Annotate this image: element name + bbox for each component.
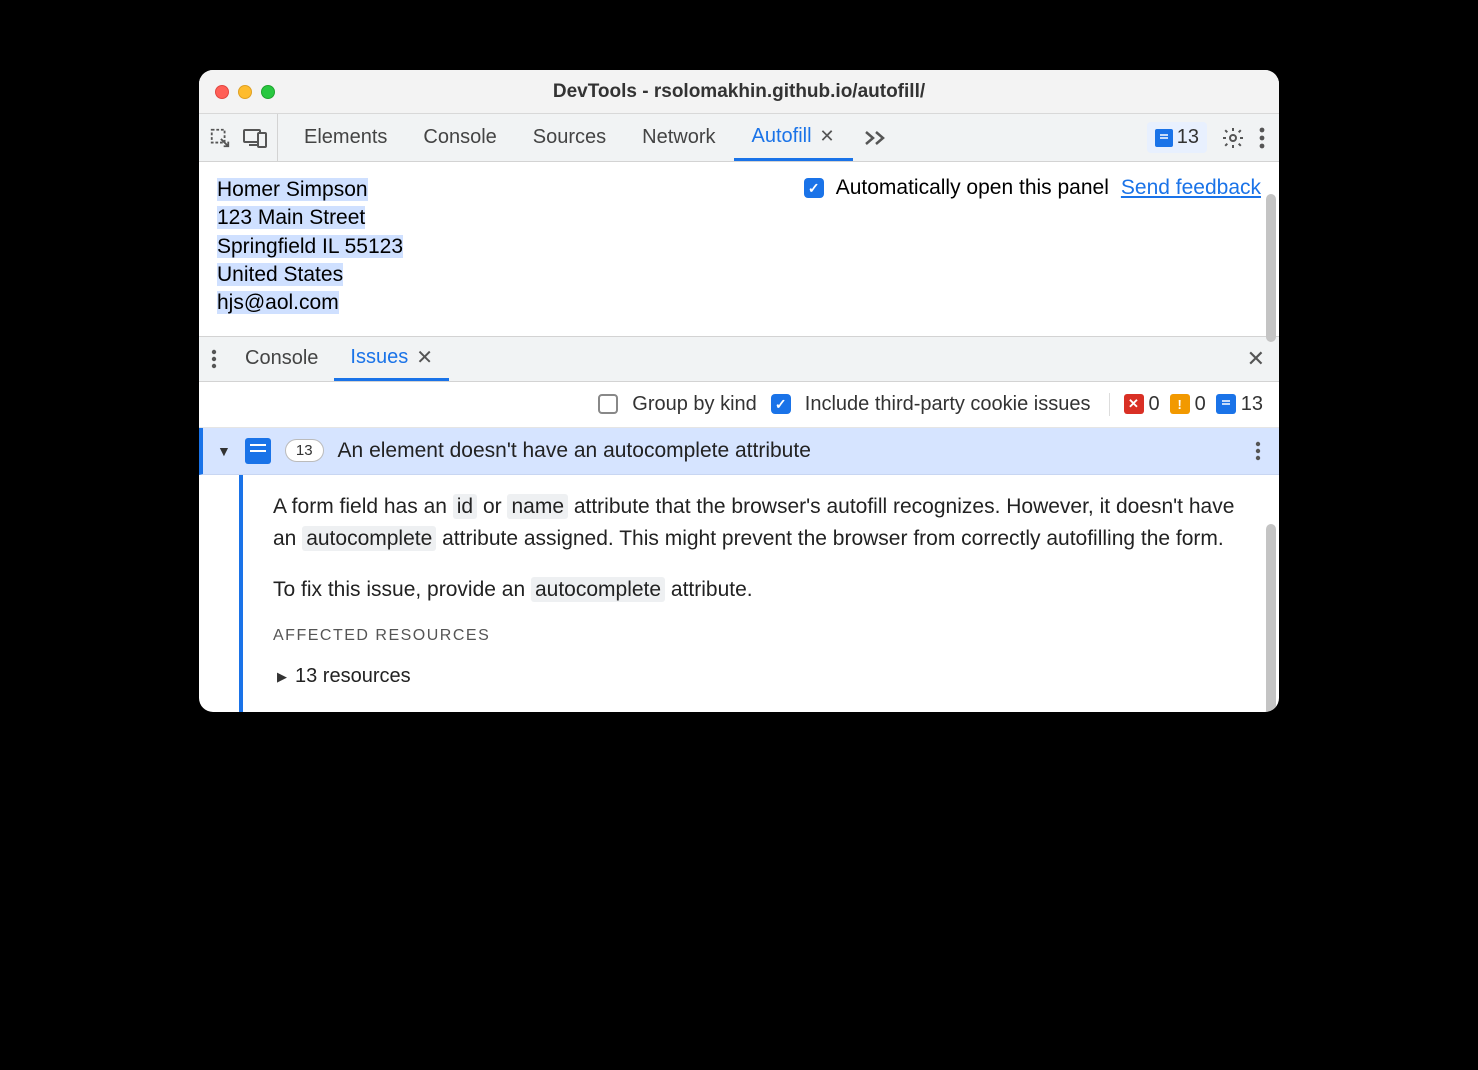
tab-autofill[interactable]: Autofill ✕ — [734, 114, 853, 161]
include-third-party-label: Include third-party cookie issues — [805, 393, 1091, 416]
close-icon[interactable]: ✕ — [820, 126, 835, 147]
chevron-right-icon: ▶ — [277, 667, 287, 687]
titlebar: DevTools - rsolomakhin.github.io/autofil… — [199, 70, 1279, 114]
group-by-kind-checkbox[interactable] — [598, 394, 618, 414]
tab-console[interactable]: Console — [405, 114, 514, 161]
chat-icon — [1155, 129, 1173, 147]
issue-count-pill: 13 — [285, 439, 324, 462]
chevron-down-icon[interactable]: ▼ — [217, 443, 231, 459]
warning-count[interactable]: !0 — [1170, 393, 1206, 416]
devtools-window: DevTools - rsolomakhin.github.io/autofil… — [199, 70, 1279, 712]
minimize-window-icon[interactable] — [238, 85, 252, 99]
drawer-tab-issues[interactable]: Issues ✕ — [334, 337, 449, 381]
issues-filter-row: Group by kind ✓ Include third-party cook… — [199, 382, 1279, 428]
drawer-tab-console[interactable]: Console — [229, 337, 334, 381]
zoom-window-icon[interactable] — [261, 85, 275, 99]
issue-header[interactable]: ▼ 13 An element doesn't have an autocomp… — [199, 428, 1279, 475]
error-icon: ✕ — [1124, 394, 1144, 414]
affected-resources-toggle[interactable]: ▶ 13 resources — [273, 661, 1251, 692]
tab-network[interactable]: Network — [624, 114, 733, 161]
tabs-overflow-icon[interactable] — [853, 114, 897, 161]
auto-open-label: Automatically open this panel — [836, 176, 1109, 200]
close-icon[interactable]: ✕ — [416, 345, 433, 370]
device-toggle-icon[interactable] — [243, 128, 267, 148]
tab-sources[interactable]: Sources — [515, 114, 624, 161]
address-line: Springfield IL 55123 — [217, 235, 403, 258]
auto-open-checkbox[interactable]: ✓ — [804, 178, 824, 198]
send-feedback-link[interactable]: Send feedback — [1121, 176, 1261, 200]
drawer-close-icon[interactable]: ✕ — [1233, 337, 1279, 381]
info-count[interactable]: 13 — [1216, 393, 1263, 416]
error-count[interactable]: ✕0 — [1124, 393, 1160, 416]
window-controls — [215, 85, 275, 99]
issue-title: An element doesn't have an autocomplete … — [338, 439, 811, 463]
issue-kebab-icon[interactable] — [1251, 441, 1265, 461]
code-keyword: name — [507, 494, 568, 519]
code-keyword: id — [453, 494, 477, 519]
tab-elements[interactable]: Elements — [286, 114, 405, 161]
group-by-kind-label: Group by kind — [632, 393, 757, 416]
window-title: DevTools - rsolomakhin.github.io/autofil… — [199, 81, 1279, 103]
main-tab-strip: Elements Console Sources Network Autofil… — [199, 114, 1279, 162]
code-keyword: autocomplete — [302, 526, 436, 551]
issue-counts: ✕0 !0 13 — [1109, 393, 1264, 416]
inspect-icon[interactable] — [209, 127, 231, 149]
warning-icon: ! — [1170, 394, 1190, 414]
address-line: United States — [217, 263, 343, 286]
scrollbar[interactable] — [1266, 524, 1276, 712]
scrollbar[interactable] — [1266, 194, 1276, 342]
code-keyword: autocomplete — [531, 577, 665, 602]
include-third-party-checkbox[interactable]: ✓ — [771, 394, 791, 414]
autofill-panel: Homer Simpson 123 Main Street Springfiel… — [199, 162, 1279, 336]
issue-type-icon — [245, 438, 271, 464]
issue-body: A form field has an id or name attribute… — [239, 475, 1279, 712]
address-line: hjs@aol.com — [217, 291, 339, 314]
issue-body-wrap: A form field has an id or name attribute… — [199, 475, 1279, 712]
panel-controls: ✓ Automatically open this panel Send fee… — [804, 176, 1261, 200]
kebab-icon[interactable] — [1259, 127, 1265, 149]
drawer-kebab-icon[interactable] — [199, 337, 229, 381]
drawer-tab-strip: Console Issues ✕ ✕ — [199, 336, 1279, 382]
gear-icon[interactable] — [1221, 126, 1245, 150]
affected-resources-heading: AFFECTED RESOURCES — [273, 624, 1251, 649]
address-line: Homer Simpson — [217, 178, 368, 201]
issues-count-button[interactable]: 13 — [1147, 122, 1207, 153]
close-window-icon[interactable] — [215, 85, 229, 99]
info-icon — [1216, 394, 1236, 414]
address-line: 123 Main Street — [217, 206, 365, 229]
address-block: Homer Simpson 123 Main Street Springfiel… — [217, 176, 403, 318]
